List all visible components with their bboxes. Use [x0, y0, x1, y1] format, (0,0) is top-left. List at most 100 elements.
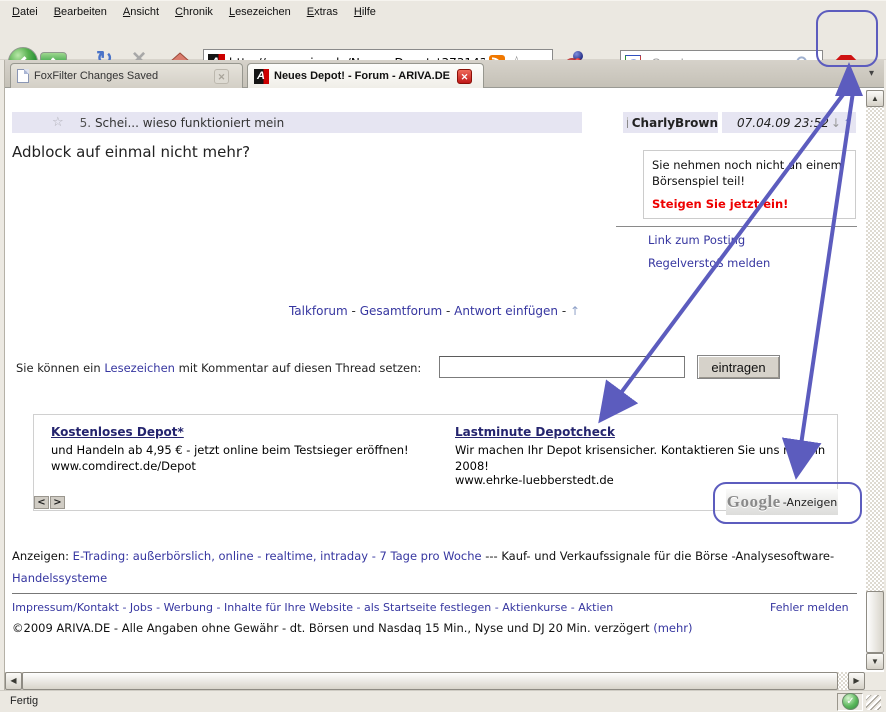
foxfilter-status-icon[interactable]: ✓: [842, 693, 859, 710]
thread-nav: Talkforum - Gesamtforum - Antwort einfüg…: [12, 304, 857, 318]
copyright-line: ©2009 ARIVA.DE - Alle Angaben ohne Gewäh…: [12, 621, 857, 635]
tab-ariva-active[interactable]: A Neues Depot! - Forum - ARIVA.DE ✕: [247, 63, 484, 88]
tab-close-icon[interactable]: ✕: [214, 69, 229, 84]
thread-date-cell: 07.04.09 23:52 ↓ ↑: [722, 112, 856, 133]
boersenspiel-cta[interactable]: Steigen Sie jetzt ein!: [652, 196, 847, 212]
tab-close-icon[interactable]: ✕: [457, 69, 472, 84]
boersenspiel-box: Sie nehmen noch nicht an einem Börsenspi…: [643, 150, 856, 219]
google-anzeigen-label: -Anzeigen: [783, 496, 838, 509]
horizontal-scroll-thumb[interactable]: [22, 672, 838, 690]
menu-lesezeichen[interactable]: Lesezeichen: [221, 3, 299, 21]
menu-datei[interactable]: Datei: [4, 3, 46, 21]
sort-down-icon[interactable]: ↓: [831, 116, 841, 130]
link-zum-posting[interactable]: Link zum Posting: [648, 233, 745, 247]
ad-left-url[interactable]: www.comdirect.de/Depot: [51, 459, 196, 473]
separator: -: [491, 601, 502, 614]
user-icon: [627, 117, 628, 128]
copyright-text: ©2009 ARIVA.DE - Alle Angaben ohne Gewäh…: [12, 621, 650, 635]
talkforum-link[interactable]: Talkforum: [289, 304, 348, 318]
impressum-link[interactable]: Impressum/Kontakt: [12, 601, 119, 614]
list-all-tabs-icon[interactable]: ▾: [869, 69, 874, 79]
scroll-up-icon[interactable]: ▲: [866, 90, 884, 107]
anzeigen-label: Anzeigen:: [12, 549, 69, 563]
tab-foxfilter[interactable]: FoxFilter Changes Saved ✕: [10, 63, 243, 88]
werbung-link[interactable]: Werbung: [164, 601, 213, 614]
footer-divider: [12, 593, 857, 594]
menu-chronik[interactable]: Chronik: [167, 3, 221, 21]
etrading-link[interactable]: E-Trading: außerbörslich, online - realt…: [73, 549, 482, 563]
eintragen-button[interactable]: eintragen: [697, 355, 780, 379]
right-column-divider: [616, 226, 857, 227]
scroll-down-icon[interactable]: ▼: [866, 653, 884, 670]
ads-prev-button[interactable]: <: [34, 496, 49, 509]
menu-hilfe[interactable]: Hilfe: [346, 3, 384, 21]
lesezeichen-link[interactable]: Lesezeichen: [104, 361, 175, 375]
vertical-scroll-thumb[interactable]: [866, 591, 884, 653]
ad-left-title[interactable]: Kostenloses Depot*: [51, 425, 184, 439]
separator: -: [213, 601, 224, 614]
footer-links: Impressum/Kontakt - Jobs - Werbung - Inh…: [12, 601, 857, 614]
scroll-left-icon[interactable]: ◀: [5, 672, 22, 690]
ads-next-button[interactable]: >: [50, 496, 65, 509]
thread-date: 07.04.09 23:52: [737, 116, 829, 130]
menu-bar: Datei Bearbeiten Ansicht Chronik Lesezei…: [0, 0, 886, 22]
ad-box: Kostenloses Depot* und Handeln ab 4,95 €…: [33, 414, 838, 511]
menu-extras[interactable]: Extras: [299, 3, 346, 21]
separator: -: [153, 601, 164, 614]
thread-star-icon[interactable]: ☆: [52, 115, 64, 130]
separator: -: [567, 601, 578, 614]
footer-anzeigen-line: Anzeigen: E-Trading: außerbörslich, onli…: [12, 546, 857, 590]
anzeigen-text: --- Kauf- und Verkaufssignale für die Bö…: [485, 549, 834, 563]
navigation-toolbar: ▾ ↻ × A ☆ ▾ ▾ G ▾: [0, 22, 886, 60]
fehler-melden-link[interactable]: Fehler melden: [770, 601, 849, 614]
ad-right-title[interactable]: Lastminute Depotcheck: [455, 425, 615, 439]
thread-header: ☆ 5. Schei... wieso funktioniert mein: [12, 112, 582, 133]
antwort-einfuegen-link[interactable]: Antwort einfügen: [454, 304, 558, 318]
thread-number: 5.: [80, 116, 91, 130]
menu-ansicht[interactable]: Ansicht: [115, 3, 167, 21]
horizontal-scrollbar[interactable]: ◀ ▶: [5, 672, 865, 690]
scroll-right-icon[interactable]: ▶: [848, 672, 865, 690]
separator: -: [119, 601, 130, 614]
aktienkurse-link[interactable]: Aktienkurse: [502, 601, 567, 614]
ad-right-body: Wir machen Ihr Depot krisensicher. Konta…: [455, 443, 827, 474]
boersenspiel-text: Sie nehmen noch nicht an einem Börsenspi…: [652, 157, 847, 189]
aktien-link[interactable]: Aktien: [578, 601, 613, 614]
separator: -: [348, 304, 360, 318]
gesamtforum-link[interactable]: Gesamtforum: [360, 304, 442, 318]
separator: -: [558, 304, 570, 318]
bookmark-label: Sie können ein Lesezeichen mit Kommentar…: [16, 361, 421, 375]
menu-bearbeiten[interactable]: Bearbeiten: [46, 3, 115, 21]
ad-left-body: und Handeln ab 4,95 € - jetzt online bei…: [51, 443, 446, 457]
sort-up-icon[interactable]: ↑: [843, 116, 853, 130]
separator: -: [442, 304, 454, 318]
thread-author[interactable]: CharlyBrown: [632, 116, 718, 130]
handelssysteme-link[interactable]: Handelssysteme: [12, 571, 107, 585]
startseite-link[interactable]: als Startseite festlegen: [364, 601, 491, 614]
status-bar: Fertig ✓: [0, 690, 886, 712]
vertical-scrollbar[interactable]: ▲ ▼: [866, 90, 884, 670]
thread-title-wrap: 5. Schei... wieso funktioniert mein: [80, 116, 285, 130]
post-body: Adblock auf einmal nicht mehr?: [12, 143, 250, 161]
resize-grip[interactable]: [866, 695, 881, 710]
google-logo: Google: [727, 492, 781, 512]
ariva-favicon: A: [254, 69, 269, 84]
page-icon: [17, 69, 29, 83]
mehr-link[interactable]: (mehr): [653, 621, 692, 635]
status-text: Fertig: [10, 695, 38, 707]
thread-author-cell: CharlyBrown: [623, 112, 718, 133]
scrollbar-corner: [865, 672, 884, 690]
inhalte-link[interactable]: Inhalte für Ihre Website: [224, 601, 353, 614]
scroll-top-icon[interactable]: ↑: [570, 304, 580, 318]
google-anzeigen-badge[interactable]: Google -Anzeigen: [726, 489, 838, 515]
tab-title: Neues Depot! - Forum - ARIVA.DE: [274, 70, 452, 82]
bookmark-text-after: mit Kommentar auf diesen Thread setzen:: [175, 361, 421, 375]
regelverstoss-melden[interactable]: Regelverstoß melden: [648, 256, 770, 270]
tab-bar: FoxFilter Changes Saved ✕ A Neues Depot!…: [0, 60, 886, 88]
separator: -: [353, 601, 364, 614]
jobs-link[interactable]: Jobs: [130, 601, 153, 614]
thread-title: Schei... wieso funktioniert mein: [95, 116, 284, 130]
ad-right-url[interactable]: www.ehrke-luebberstedt.de: [455, 473, 614, 487]
bookmark-comment-input[interactable]: [439, 356, 685, 378]
bookmark-text-before: Sie können ein: [16, 361, 104, 375]
